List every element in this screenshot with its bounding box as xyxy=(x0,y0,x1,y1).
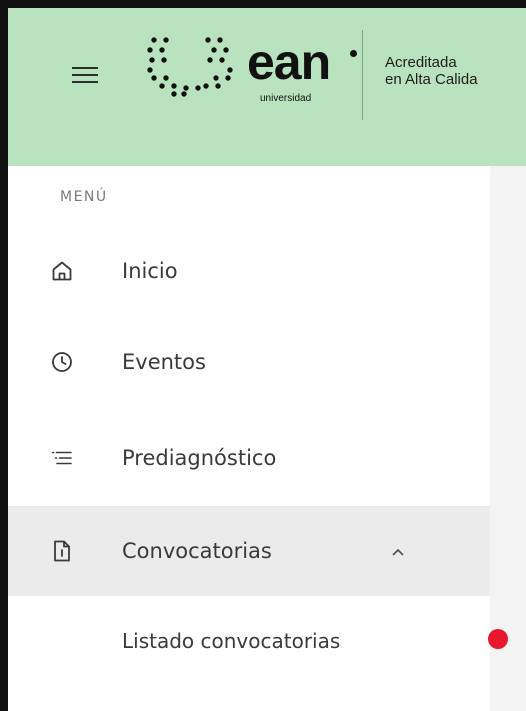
header-divider xyxy=(362,30,363,120)
list-icon xyxy=(51,451,72,465)
logo-dots-mark xyxy=(147,37,233,97)
notification-dot xyxy=(488,629,508,649)
submenu-item-listado-convocatorias[interactable]: Listado convocatorias xyxy=(8,600,490,676)
sidebar-item-label: Eventos xyxy=(122,350,206,374)
top-header: ean universidad Acreditada en Alta Calid… xyxy=(8,8,526,166)
app-frame: ean universidad Acreditada en Alta Calid… xyxy=(0,0,526,711)
accreditation-line-2: en Alta Calida xyxy=(385,71,478,88)
logo-wordmark: ean xyxy=(247,34,331,90)
sidebar-item-label: Convocatorias xyxy=(122,539,272,563)
logo-subtitle: universidad xyxy=(260,93,312,104)
window-edge-left xyxy=(0,0,8,711)
sidebar-item-prediagnostico[interactable]: Prediagnóstico xyxy=(8,414,490,504)
registered-mark-icon xyxy=(350,50,357,57)
chevron-up-icon[interactable] xyxy=(390,544,406,560)
submenu-item-label: Listado convocatorias xyxy=(122,629,341,653)
clock-icon xyxy=(52,352,72,372)
university-logo[interactable]: ean universidad xyxy=(144,34,357,104)
menu-title: MENÚ xyxy=(60,189,108,205)
sidebar-item-eventos[interactable]: Eventos xyxy=(8,318,490,408)
home-icon xyxy=(52,261,72,281)
sidebar-item-inicio[interactable]: Inicio xyxy=(8,226,490,316)
sidebar-item-convocatorias[interactable]: Convocatorias xyxy=(8,506,490,596)
hamburger-menu-icon[interactable] xyxy=(72,65,98,85)
window-edge-top xyxy=(0,0,526,8)
accreditation-line-1: Acreditada xyxy=(385,54,457,71)
sidebar-item-label: Prediagnóstico xyxy=(122,446,277,470)
sidebar-menu: MENÚ Inicio Eventos Prediagnóstico Convo… xyxy=(8,166,490,711)
accreditation-text: Acreditada en Alta Calida xyxy=(385,54,526,88)
sidebar-item-label: Inicio xyxy=(122,259,178,283)
document-icon xyxy=(54,540,70,562)
